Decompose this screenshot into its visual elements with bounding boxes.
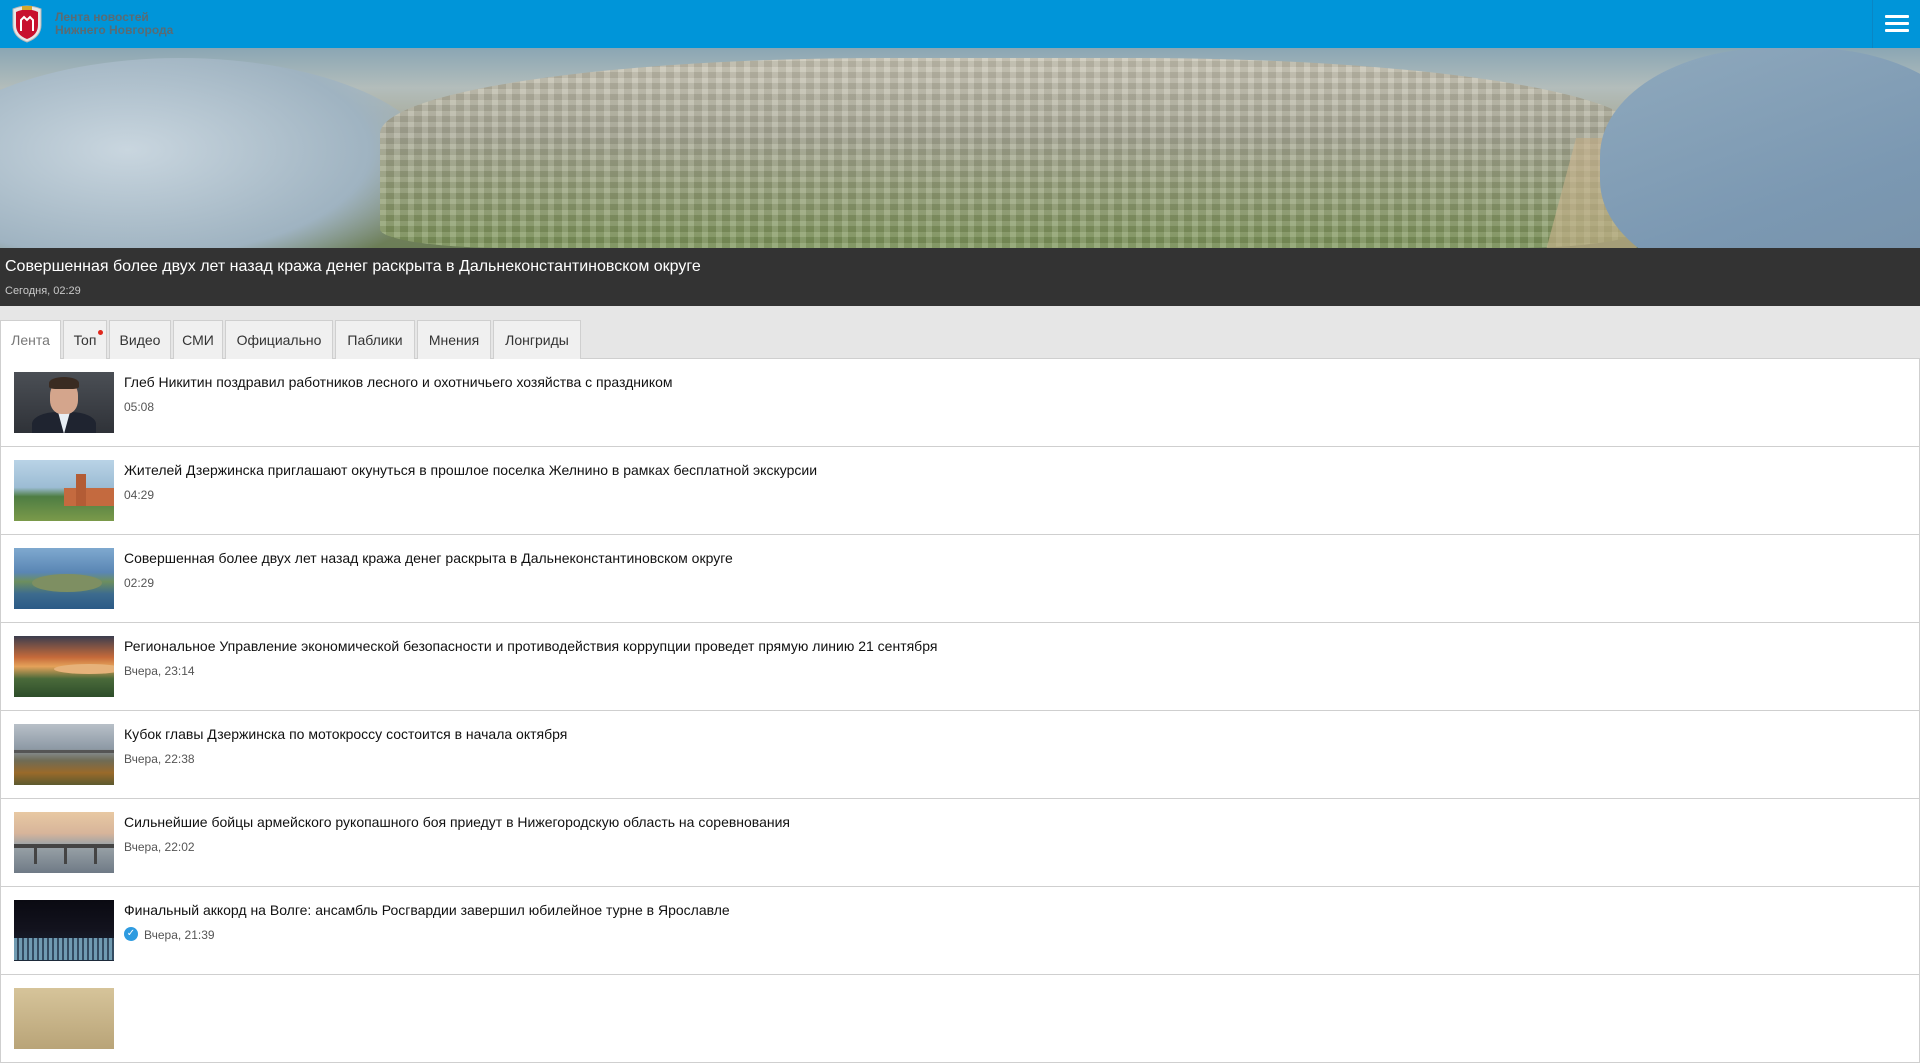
- tab-top[interactable]: Топ: [63, 320, 107, 359]
- news-thumbnail[interactable]: [14, 988, 114, 1049]
- news-thumbnail[interactable]: [14, 724, 114, 785]
- brand-line-2: Нижнего Новгорода: [55, 23, 174, 37]
- tab-label: Паблики: [347, 332, 403, 348]
- feed-item[interactable]: Жителей Дзержинска приглашают окунуться …: [0, 447, 1920, 535]
- feed-item[interactable]: Кубок главы Дзержинска по мотокроссу сос…: [0, 711, 1920, 799]
- tab-official[interactable]: Официально: [225, 320, 333, 359]
- new-badge-icon: [98, 330, 103, 335]
- tab-opinions[interactable]: Мнения: [417, 320, 491, 359]
- feed-item[interactable]: Глеб Никитин поздравил работников лесног…: [0, 359, 1920, 447]
- news-time: 04:29: [124, 488, 155, 502]
- top-bar: Лента новостей Нижнего Новгорода: [0, 0, 1920, 48]
- news-thumbnail[interactable]: [14, 900, 114, 961]
- feed-item[interactable]: Финальный аккорд на Волге: ансамбль Росг…: [0, 887, 1920, 975]
- news-thumbnail[interactable]: [14, 460, 114, 521]
- tab-label: Видео: [119, 332, 161, 348]
- news-thumbnail[interactable]: [14, 636, 114, 697]
- featured-title[interactable]: Совершенная более двух лет назад кража д…: [5, 258, 701, 276]
- tab-lenta[interactable]: Лента: [0, 320, 61, 360]
- hero-image[interactable]: [0, 48, 1920, 248]
- news-thumbnail[interactable]: [14, 372, 114, 433]
- tab-label: Лонгриды: [505, 332, 569, 348]
- news-time: Вчера, 22:02: [124, 840, 195, 854]
- feed-item[interactable]: Региональное Управление экономической бе…: [0, 623, 1920, 711]
- tab-smi[interactable]: СМИ: [173, 320, 223, 359]
- news-title[interactable]: Сильнейшие бойцы армейского рукопашного …: [124, 814, 790, 830]
- news-thumbnail[interactable]: [14, 812, 114, 873]
- news-title[interactable]: Совершенная более двух лет назад кража д…: [124, 550, 733, 566]
- news-time: 02:29: [124, 576, 155, 590]
- news-time: Вчера, 23:14: [124, 664, 195, 678]
- tab-label: Лента: [11, 332, 50, 348]
- tab-bar: Лента Топ Видео СМИ Официально Паблики М…: [0, 306, 1920, 360]
- featured-time: Сегодня, 02:29: [5, 285, 81, 297]
- brand-title[interactable]: Лента новостей Нижнего Новгорода: [55, 11, 173, 37]
- feed-item[interactable]: Совершенная более двух лет назад кража д…: [0, 535, 1920, 623]
- logo-icon[interactable]: [10, 5, 44, 43]
- tab-label: СМИ: [182, 332, 214, 348]
- hamburger-menu-icon[interactable]: [1872, 0, 1920, 48]
- verified-check-icon: ✓: [124, 927, 138, 941]
- news-title[interactable]: Региональное Управление экономической бе…: [124, 638, 937, 654]
- featured-headline[interactable]: Совершенная более двух лет назад кража д…: [0, 248, 1920, 306]
- hero-city: [380, 58, 1640, 248]
- tab-label: Официально: [236, 332, 322, 348]
- news-time: 05:08: [124, 400, 155, 414]
- news-title[interactable]: Кубок главы Дзержинска по мотокроссу сос…: [124, 726, 567, 742]
- tab-label: Топ: [73, 332, 97, 348]
- tab-label: Мнения: [428, 332, 480, 348]
- hero-river-left: [0, 58, 440, 248]
- hero-river-right: [1600, 48, 1920, 248]
- tab-video[interactable]: Видео: [109, 320, 171, 359]
- tab-publics[interactable]: Паблики: [335, 320, 415, 359]
- feed-item[interactable]: Сильнейшие бойцы армейского рукопашного …: [0, 799, 1920, 887]
- news-time: Вчера, 21:39: [144, 928, 215, 942]
- news-title[interactable]: Финальный аккорд на Волге: ансамбль Росг…: [124, 902, 730, 918]
- news-time: Вчера, 22:38: [124, 752, 195, 766]
- news-title[interactable]: Жителей Дзержинска приглашают окунуться …: [124, 462, 817, 478]
- tab-longreads[interactable]: Лонгриды: [493, 320, 581, 359]
- news-thumbnail[interactable]: [14, 548, 114, 609]
- news-title[interactable]: Глеб Никитин поздравил работников лесног…: [124, 374, 673, 390]
- feed-item-partial[interactable]: [0, 975, 1920, 1063]
